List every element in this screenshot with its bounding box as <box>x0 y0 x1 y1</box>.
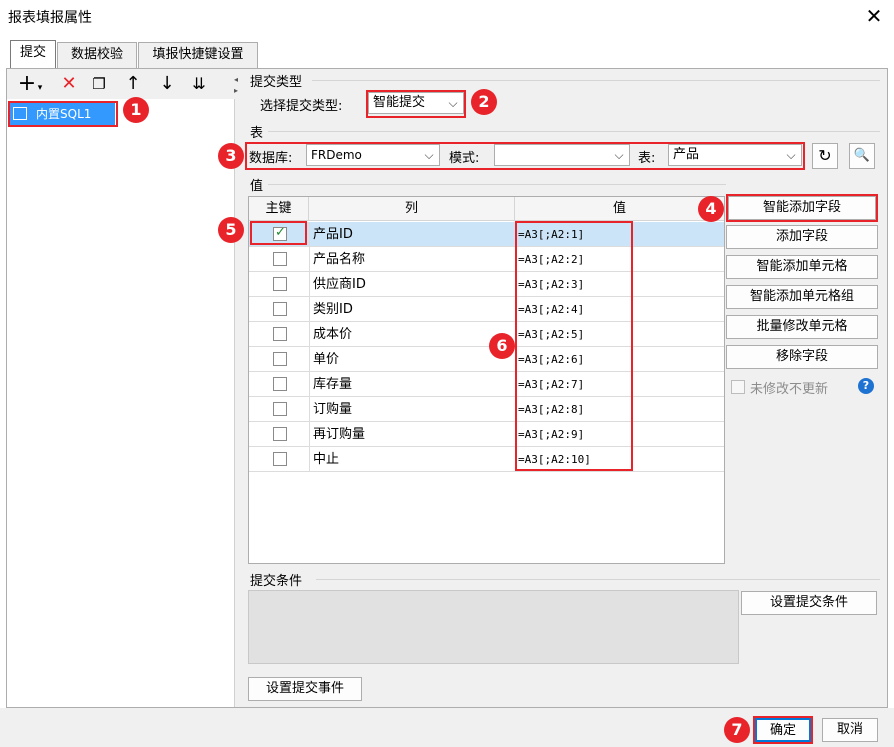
badge-5: 5 <box>218 217 244 243</box>
submit-type-field-label: 选择提交类型: <box>260 99 343 114</box>
column-cell[interactable]: 中止 <box>309 447 515 472</box>
primary-key-checkbox[interactable] <box>273 377 287 391</box>
badge-4: 4 <box>698 196 724 222</box>
primary-key-checkbox[interactable] <box>273 252 287 266</box>
set-condition-button[interactable]: 设置提交条件 <box>741 591 877 615</box>
table-row[interactable]: ✓ 产品ID =A3[;A2:1] <box>249 222 724 247</box>
close-icon[interactable]: ✕ <box>862 4 886 28</box>
cancel-button[interactable]: 取消 <box>822 718 878 742</box>
table-section-label: 表 <box>250 126 264 141</box>
highlight-box <box>726 194 878 222</box>
table-row[interactable]: 成本价 =A3[;A2:5] <box>249 322 724 347</box>
primary-key-checkbox[interactable] <box>273 277 287 291</box>
submit-type-section-label: 提交类型 <box>250 75 303 90</box>
title-bar <box>0 0 894 34</box>
highlight-box <box>245 142 805 170</box>
badge-6: 6 <box>489 333 515 359</box>
table-row[interactable]: 单价 =A3[;A2:6] <box>249 347 724 372</box>
no-update-checkbox[interactable] <box>731 380 745 394</box>
column-cell[interactable]: 库存量 <box>309 372 515 397</box>
table-row[interactable]: 库存量 =A3[;A2:7] <box>249 372 724 397</box>
primary-key-checkbox[interactable] <box>273 402 287 416</box>
smart-add-cell-button[interactable]: 智能添加单元格 <box>726 255 878 279</box>
set-event-button[interactable]: 设置提交事件 <box>248 677 362 701</box>
move-up-icon[interactable]: ↑ <box>123 73 143 95</box>
table-row[interactable]: 再订购量 =A3[;A2:9] <box>249 422 724 447</box>
table-row[interactable]: 产品名称 =A3[;A2:2] <box>249 247 724 272</box>
table-row[interactable]: 供应商ID =A3[;A2:3] <box>249 272 724 297</box>
column-cell[interactable]: 类别ID <box>309 297 515 322</box>
primary-key-checkbox[interactable] <box>273 302 287 316</box>
tab-shortcut-settings[interactable]: 填报快捷键设置 <box>138 42 258 68</box>
header-value[interactable]: 值 <box>515 197 724 221</box>
column-cell[interactable]: 再订购量 <box>309 422 515 447</box>
header-column[interactable]: 列 <box>309 197 515 221</box>
divider <box>312 80 880 81</box>
table-row[interactable]: 中止 =A3[;A2:10] <box>249 447 724 472</box>
batch-modify-cell-button[interactable]: 批量修改单元格 <box>726 315 878 339</box>
delete-icon[interactable]: ✕ <box>59 73 79 95</box>
add-field-button[interactable]: 添加字段 <box>726 225 878 249</box>
column-cell[interactable]: 产品名称 <box>309 247 515 272</box>
highlight-box <box>250 221 307 245</box>
tree-toolbar: + ▾ ✕ ❐ ↑ ↓ ⇊ <box>7 69 235 99</box>
tab-submit[interactable]: 提交 <box>10 40 56 69</box>
help-icon[interactable]: ? <box>858 378 874 394</box>
badge-7: 7 <box>724 717 750 743</box>
badge-2: 2 <box>471 89 497 115</box>
primary-key-checkbox[interactable] <box>273 452 287 466</box>
divider <box>316 579 880 580</box>
chevron-down-icon[interactable]: ▾ <box>35 77 45 99</box>
add-icon[interactable]: + <box>17 73 37 95</box>
window-title: 报表填报属性 <box>8 10 92 26</box>
smart-add-cell-group-button[interactable]: 智能添加单元格组 <box>726 285 878 309</box>
badge-1: 1 <box>123 97 149 123</box>
highlight-box <box>515 221 633 471</box>
refresh-icon[interactable]: ↻ <box>812 143 838 169</box>
column-cell[interactable]: 订购量 <box>309 397 515 422</box>
column-cell[interactable]: 单价 <box>309 347 515 372</box>
header-key[interactable]: 主键 <box>249 197 309 221</box>
highlight-box <box>753 716 813 744</box>
column-cell[interactable]: 产品ID <box>309 222 515 247</box>
splitter-arrow-left-icon[interactable]: ◂ <box>234 75 238 84</box>
column-cell[interactable]: 成本价 <box>309 322 515 347</box>
divider <box>268 184 726 185</box>
primary-key-checkbox[interactable] <box>273 327 287 341</box>
no-update-label: 未修改不更新 <box>750 382 829 397</box>
remove-field-button[interactable]: 移除字段 <box>726 345 878 369</box>
table-row[interactable]: 订购量 =A3[;A2:8] <box>249 397 724 422</box>
move-down-icon[interactable]: ↓ <box>157 73 177 95</box>
primary-key-checkbox[interactable] <box>273 427 287 441</box>
values-section-label: 值 <box>250 179 264 194</box>
copy-icon[interactable]: ❐ <box>89 73 109 95</box>
tree-pane <box>7 69 235 707</box>
column-cell[interactable]: 供应商ID <box>309 272 515 297</box>
splitter-arrow-right-icon[interactable]: ▸ <box>234 86 238 95</box>
badge-3: 3 <box>218 143 244 169</box>
condition-section-label: 提交条件 <box>250 574 303 589</box>
tab-data-validation[interactable]: 数据校验 <box>57 42 137 68</box>
table-row[interactable]: 类别ID =A3[;A2:4] <box>249 297 724 322</box>
highlight-box <box>8 101 118 127</box>
move-bottom-icon[interactable]: ⇊ <box>189 73 209 95</box>
preview-icon[interactable]: 🔍 <box>849 143 875 169</box>
condition-display <box>248 590 739 664</box>
divider <box>268 131 880 132</box>
highlight-box <box>366 90 466 118</box>
primary-key-checkbox[interactable] <box>273 352 287 366</box>
